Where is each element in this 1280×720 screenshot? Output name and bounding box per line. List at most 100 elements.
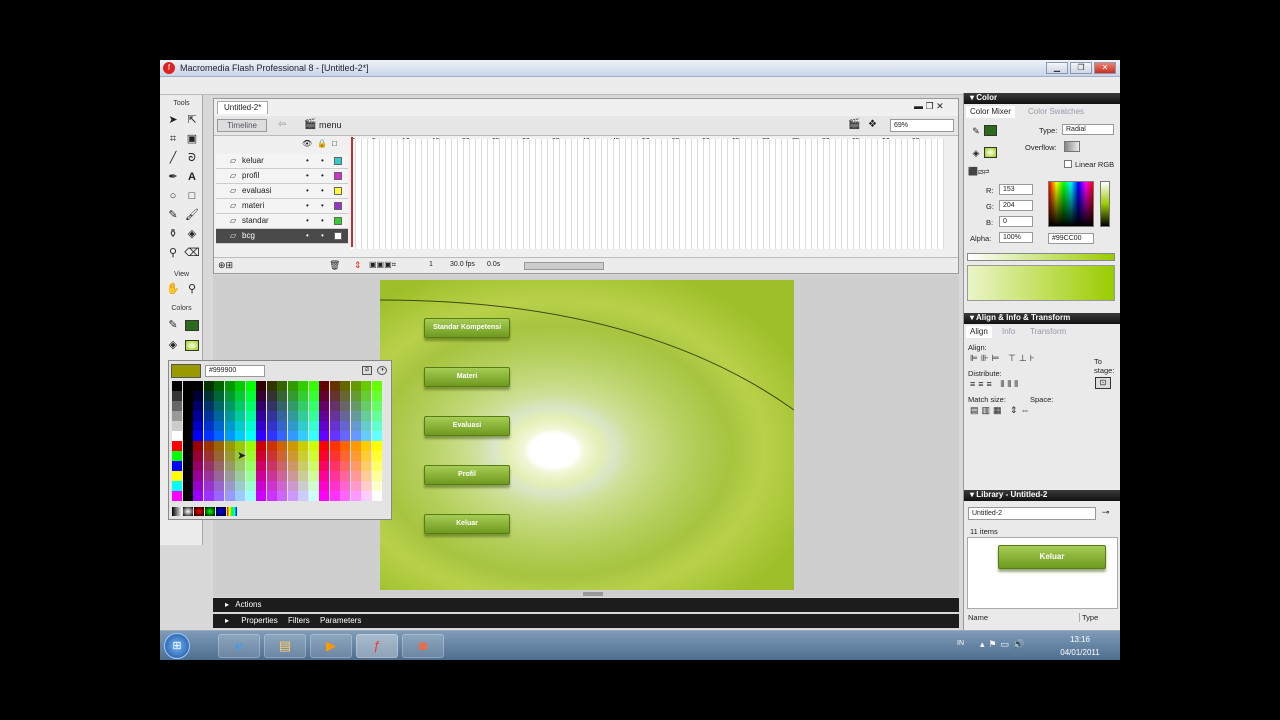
text-tool-icon[interactable]: A — [184, 169, 200, 185]
actions-panel-header[interactable]: ▸ Actions — [213, 598, 959, 612]
swatch-cell[interactable] — [277, 491, 287, 501]
frames-grid[interactable] — [350, 139, 944, 249]
swatch-cell[interactable] — [245, 391, 256, 401]
center-frame-icon[interactable]: ⇕ — [354, 260, 362, 271]
swatch-cell[interactable] — [287, 471, 298, 481]
swatch-cell[interactable] — [245, 401, 256, 411]
swatch-cell[interactable] — [287, 441, 298, 451]
swatch-cell[interactable] — [193, 471, 203, 481]
pencil-tool-icon[interactable]: ✎ — [165, 207, 181, 223]
swatch-cell[interactable] — [172, 431, 182, 441]
swatch-cell[interactable] — [224, 441, 235, 451]
swatch-cell[interactable] — [340, 411, 350, 421]
swatch-cell[interactable] — [287, 491, 298, 501]
visibility-dot[interactable]: • — [306, 229, 309, 243]
swatch-cell[interactable] — [203, 391, 214, 401]
swatch-cell[interactable] — [224, 421, 235, 431]
swatch-cell[interactable] — [350, 491, 361, 501]
library-col-name[interactable]: Name — [968, 613, 1080, 622]
swatch-cell[interactable] — [298, 441, 308, 451]
swatch-cell[interactable] — [224, 381, 235, 391]
swatch-cell[interactable] — [277, 391, 287, 401]
swatch-cell[interactable] — [203, 461, 214, 471]
swatch-cell[interactable] — [340, 481, 350, 491]
zoom-tool-icon[interactable]: ⚲ — [184, 281, 200, 297]
swatch-cell[interactable] — [340, 421, 350, 431]
swatch-cell[interactable] — [329, 481, 340, 491]
swatch-cell[interactable] — [256, 421, 266, 431]
swatch-cell[interactable] — [235, 411, 245, 421]
swatch-cell[interactable] — [266, 471, 277, 481]
swatch-cell[interactable] — [277, 481, 287, 491]
swatch-cell[interactable] — [340, 431, 350, 441]
swatch-cell[interactable] — [308, 421, 319, 431]
swatch-cell[interactable] — [298, 431, 308, 441]
overflow-select[interactable] — [1064, 141, 1080, 152]
swatch-cell[interactable] — [214, 491, 224, 501]
layer-row[interactable]: ▱ materi • • — [216, 199, 348, 214]
layer-outline-swatch[interactable] — [334, 187, 342, 195]
swatch-cell[interactable] — [329, 381, 340, 391]
swatch-cell[interactable] — [266, 461, 277, 471]
swatch-cell[interactable] — [371, 471, 382, 481]
swatch-cell[interactable] — [298, 401, 308, 411]
color-picker-icon[interactable]: ◑ — [377, 366, 387, 375]
stage-scroll-handle[interactable] — [583, 592, 603, 596]
swatch-cell[interactable] — [214, 471, 224, 481]
media-player-taskbar-icon[interactable]: ▶ — [310, 634, 352, 658]
swatch-cell[interactable] — [298, 451, 308, 461]
swatch-cell[interactable] — [329, 471, 340, 481]
swatch-cell[interactable] — [193, 411, 203, 421]
doc-window-controls-icon[interactable]: ▬ ❐ ✕ — [914, 101, 944, 112]
swatch-cell[interactable] — [277, 431, 287, 441]
swatch-cell[interactable] — [256, 431, 266, 441]
swatch-cell[interactable] — [245, 451, 256, 461]
swatch-cell[interactable] — [319, 441, 329, 451]
eraser-tool-icon[interactable]: ⌫ — [184, 245, 200, 261]
lock-dot[interactable]: • — [321, 169, 324, 183]
explorer-taskbar-icon[interactable]: ▤ — [264, 634, 306, 658]
swatch-cell[interactable] — [340, 391, 350, 401]
swatch-cell[interactable] — [193, 401, 203, 411]
start-button[interactable]: ⊞ — [164, 633, 190, 659]
fill-color-swatch[interactable] — [185, 340, 199, 351]
fill-transform-tool-icon[interactable]: ▣ — [184, 131, 200, 147]
swatch-cell[interactable] — [308, 391, 319, 401]
swatch-cell[interactable] — [266, 401, 277, 411]
swatch-cell[interactable] — [308, 481, 319, 491]
swatch-cell[interactable] — [235, 421, 245, 431]
swatch-cell[interactable] — [298, 461, 308, 471]
swatch-cell[interactable] — [277, 461, 287, 471]
swatch-cell[interactable] — [224, 431, 235, 441]
swatch-cell[interactable] — [224, 491, 235, 501]
lock-dot[interactable]: • — [321, 214, 324, 228]
ie-taskbar-icon[interactable]: ℯ — [218, 634, 260, 658]
swatch-cell[interactable] — [277, 471, 287, 481]
swatch-cell[interactable] — [172, 471, 182, 481]
layer-outline-swatch[interactable] — [334, 217, 342, 225]
swatch-cell[interactable] — [256, 401, 266, 411]
to-stage-button[interactable]: ⊡ — [1095, 377, 1111, 389]
brightness-slider[interactable] — [1100, 181, 1110, 227]
swatch-cell[interactable] — [235, 461, 245, 471]
paint-bucket-tool-icon[interactable]: ◈ — [184, 226, 200, 242]
swatch-cell[interactable] — [266, 391, 277, 401]
swatch-cell[interactable] — [182, 381, 193, 391]
swatch-cell[interactable] — [214, 381, 224, 391]
swatch-cell[interactable] — [308, 381, 319, 391]
swatch-cell[interactable] — [277, 441, 287, 451]
swatch-cell[interactable] — [350, 381, 361, 391]
tab-transform[interactable]: Transform — [1026, 326, 1070, 338]
swatch-cell[interactable] — [319, 451, 329, 461]
swatch-cell[interactable] — [203, 411, 214, 421]
swatch-cell[interactable] — [340, 451, 350, 461]
swatch-cell[interactable] — [287, 451, 298, 461]
swatch-cell[interactable] — [287, 401, 298, 411]
gradient-swatch[interactable] — [227, 507, 237, 516]
eye-icon[interactable]: 👁 — [302, 139, 312, 148]
language-indicator[interactable]: IN — [957, 640, 964, 647]
type-select[interactable]: Radial — [1062, 124, 1114, 135]
swatch-cell[interactable] — [172, 461, 182, 471]
lock-dot[interactable]: • — [321, 154, 324, 168]
swatch-cell[interactable] — [245, 471, 256, 481]
